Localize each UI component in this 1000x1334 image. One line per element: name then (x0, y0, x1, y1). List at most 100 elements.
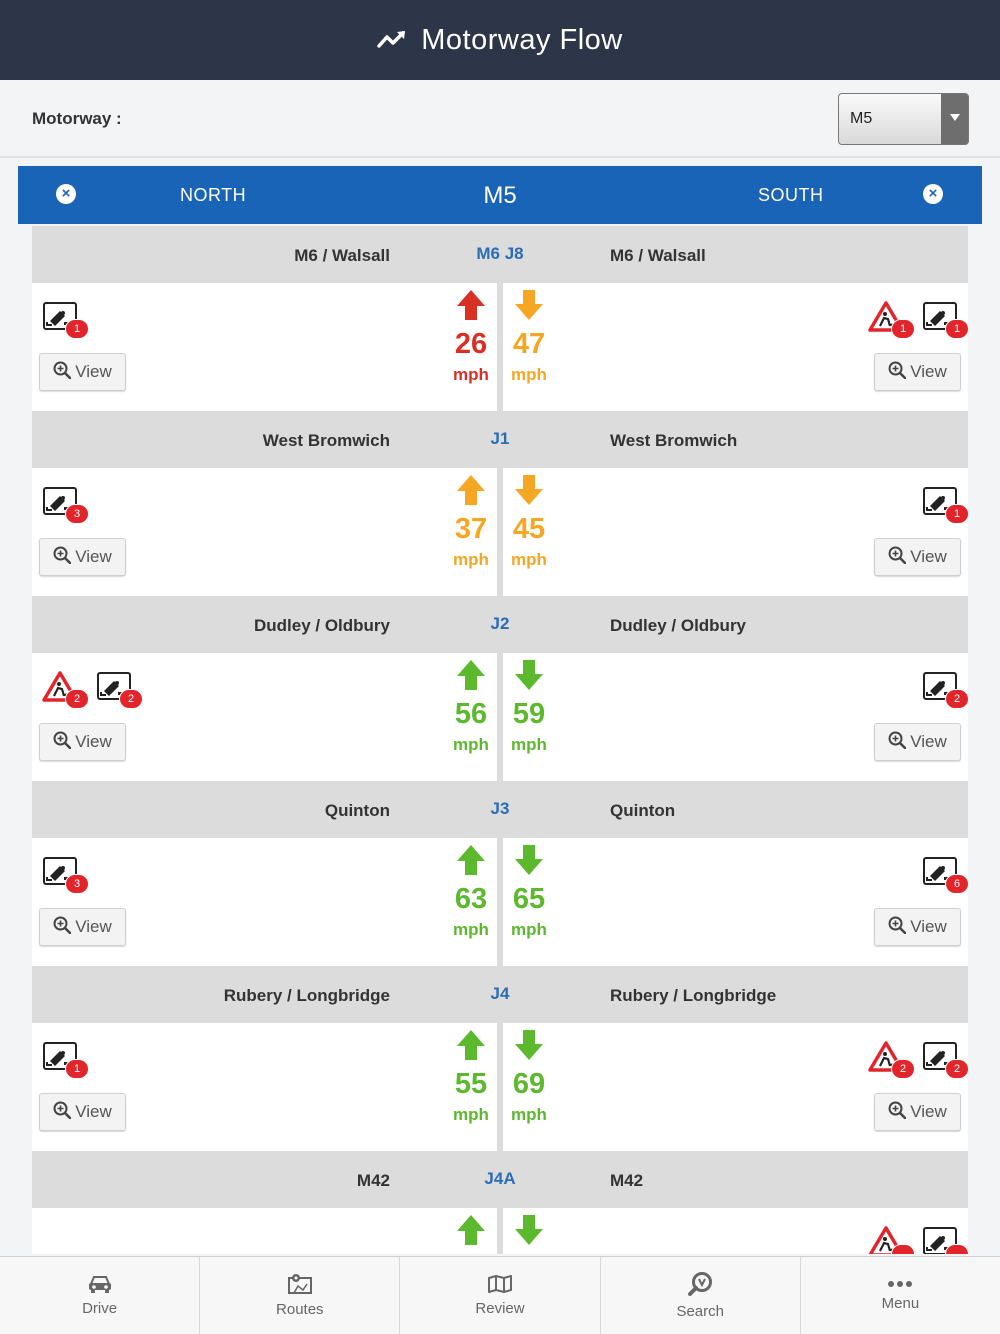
junction-id[interactable]: J4A (450, 1169, 550, 1189)
view-label: View (910, 732, 947, 751)
count-badge: 1 (65, 1059, 89, 1079)
tab-search[interactable]: Search (599, 1257, 800, 1334)
speed-unit: mph (453, 365, 489, 384)
zoom-in-icon (888, 916, 910, 939)
north-speed: 63 mph (443, 844, 499, 940)
speed-unit: mph (453, 920, 489, 939)
camera-icon[interactable]: 3 (42, 486, 89, 524)
view-south-button[interactable]: View (874, 1093, 961, 1131)
junction-id[interactable]: M6 J8 (450, 244, 550, 264)
count-badge: 3 (65, 504, 89, 524)
camera-icon[interactable]: 1 (922, 301, 968, 339)
bottom-tab-bar: Drive Routes Review Search Menu (0, 1256, 1000, 1334)
south-location: Quinton (610, 801, 676, 820)
view-north-button[interactable]: View (39, 723, 126, 761)
junction-header: Rubery / Longbridge J4 Rubery / Longbridge (32, 966, 968, 1023)
north-speed: 26 mph (443, 289, 499, 385)
zoom-in-icon (53, 916, 75, 939)
north-speed: 37 mph (443, 474, 499, 570)
zoom-in-icon (888, 1101, 910, 1124)
speed-unit: mph (453, 735, 489, 754)
north-speed-value: 63 (454, 883, 488, 915)
more-icon (888, 1281, 913, 1287)
south-location: M42 (610, 1171, 644, 1190)
camera-icon[interactable] (922, 1226, 968, 1254)
zoom-in-icon (53, 361, 75, 384)
junction-id[interactable]: J3 (450, 799, 550, 819)
south-events: 2 (922, 671, 968, 709)
zoom-in-icon (888, 731, 910, 754)
junction-row: 1 1 1 26 mph 47 mph View View (32, 283, 968, 411)
roadworks-icon[interactable]: 2 (42, 671, 89, 709)
view-south-button[interactable]: View (874, 353, 961, 391)
junction-row: 1 2 2 55 mph 69 mph View View (32, 1023, 968, 1151)
close-south-icon[interactable]: × (923, 184, 943, 204)
zoom-in-icon (888, 361, 910, 384)
junction-id[interactable]: J4 (450, 984, 550, 1004)
junction-id[interactable]: J2 (450, 614, 550, 634)
count-badge: 2 (891, 1059, 915, 1079)
motorway-select-value: M5 (850, 110, 873, 127)
arrow-down-icon (501, 1029, 557, 1061)
camera-icon[interactable]: 3 (42, 856, 89, 894)
zoom-in-icon (53, 731, 75, 754)
view-label: View (75, 1102, 112, 1121)
north-speed-value: 26 (454, 328, 488, 360)
view-south-button[interactable]: View (874, 908, 961, 946)
tab-label: Search (676, 1303, 724, 1320)
view-label: View (75, 917, 112, 936)
junction-row: mphmph (32, 1208, 968, 1254)
south-speed: 45 mph (501, 474, 557, 570)
south-speed: 59 mph (501, 659, 557, 755)
view-south-button[interactable]: View (874, 538, 961, 576)
count-badge: 2 (65, 689, 89, 709)
roadworks-icon[interactable] (868, 1226, 915, 1254)
roadworks-icon[interactable]: 2 (868, 1041, 915, 1079)
view-north-button[interactable]: View (39, 908, 126, 946)
view-north-button[interactable]: View (39, 353, 126, 391)
speed-unit: mph (511, 365, 547, 384)
camera-icon[interactable]: 2 (96, 671, 143, 709)
zoom-in-icon (53, 1101, 75, 1124)
south-speed: 69 mph (501, 1029, 557, 1125)
camera-icon[interactable]: 6 (922, 856, 968, 894)
arrow-up-icon (443, 1029, 499, 1061)
junction-id[interactable]: J1 (450, 429, 550, 449)
south-speed-value: 65 (512, 883, 546, 915)
app-header: Motorway Flow (0, 0, 1000, 80)
motorway-name: M5 (483, 182, 517, 209)
north-events: 3 (42, 486, 89, 524)
count-badge: 2 (119, 689, 143, 709)
direction-bar: × NORTH M5 SOUTH × (18, 166, 982, 224)
view-north-button[interactable]: View (39, 538, 126, 576)
arrow-up-icon (443, 844, 499, 876)
zoom-in-icon (53, 546, 75, 569)
page-title: Motorway Flow (421, 23, 623, 56)
camera-icon[interactable]: 1 (922, 486, 968, 524)
tab-drive[interactable]: Drive (0, 1257, 199, 1334)
roadworks-icon[interactable]: 1 (868, 301, 915, 339)
view-north-button[interactable]: View (39, 1093, 126, 1131)
north-speed-value: 55 (454, 1068, 488, 1100)
south-speed: 47 mph (501, 289, 557, 385)
tab-label: Review (475, 1300, 525, 1317)
junction-row: 2 2 2 56 mph 59 mph View View (32, 653, 968, 781)
tab-review[interactable]: Review (399, 1257, 599, 1334)
arrow-up-icon (443, 1214, 499, 1246)
north-speed: 56 mph (443, 659, 499, 755)
north-events: 22 (42, 671, 143, 709)
camera-icon[interactable]: 1 (42, 301, 89, 339)
junction-row: 3 1 37 mph 45 mph View View (32, 468, 968, 596)
north-location: West Bromwich (262, 431, 390, 450)
north-location: Dudley / Oldbury (253, 616, 390, 635)
view-south-button[interactable]: View (874, 723, 961, 761)
tab-menu[interactable]: Menu (799, 1257, 1000, 1334)
tab-routes[interactable]: Routes (199, 1257, 399, 1334)
count-badge: 1 (65, 319, 89, 339)
camera-icon[interactable]: 1 (42, 1041, 89, 1079)
speed-unit: mph (501, 1252, 557, 1254)
camera-icon[interactable]: 2 (922, 1041, 968, 1079)
motorway-selector-bar: Motorway : M5 (0, 80, 1000, 158)
motorway-select[interactable]: M5 (838, 93, 969, 145)
camera-icon[interactable]: 2 (922, 671, 968, 709)
